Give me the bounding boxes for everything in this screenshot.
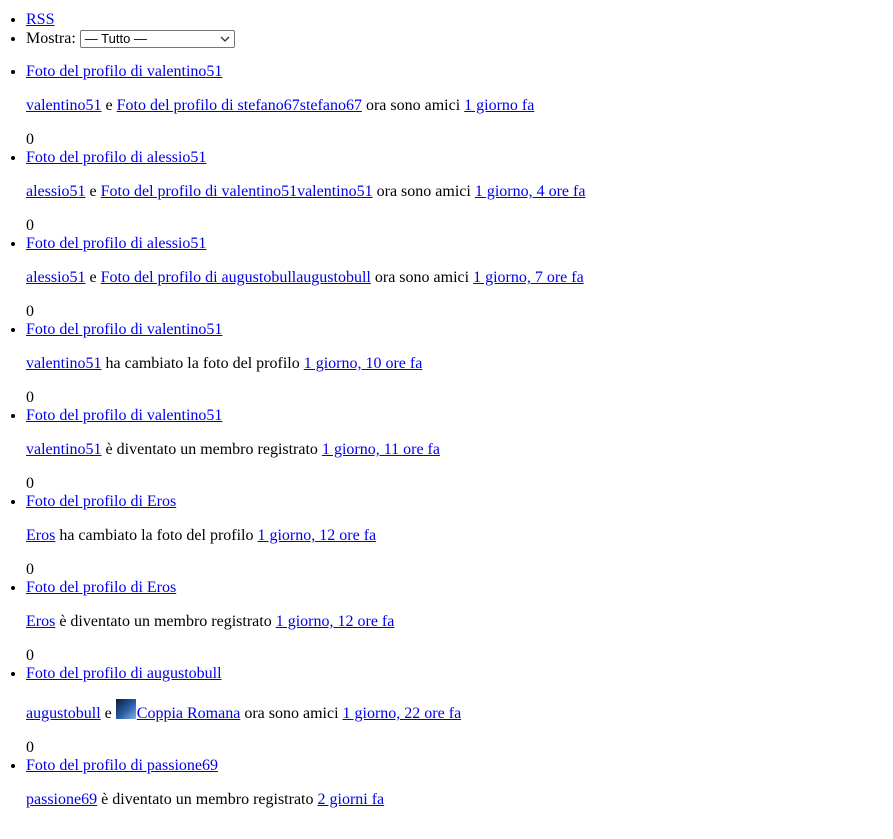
connector-text: e (104, 705, 112, 722)
activity-item: Foto del profilo di alessio51 alessio51 e… (26, 149, 893, 235)
action-text: è diventato un membro registrato (59, 613, 272, 630)
timestamp-link[interactable]: 2 giorni fa (318, 791, 385, 808)
activity-stream: Foto del profilo di valentino51 valentino… (0, 63, 893, 809)
comment-count: 0 (26, 647, 34, 664)
action-text: ora sono amici (374, 269, 470, 286)
profile-photo-link[interactable]: Foto del profilo di valentino51 (26, 407, 222, 424)
profile-photo-link[interactable]: Foto del profilo di alessio51 (26, 149, 206, 166)
action-text: ora sono amici (365, 97, 461, 114)
timestamp-link[interactable]: 1 giorno, 4 ore fa (475, 183, 586, 200)
activity-text: passione69 è diventato un membro registr… (26, 791, 893, 809)
timestamp-link[interactable]: 1 giorno, 12 ore fa (257, 527, 376, 544)
comment-count: 0 (26, 739, 34, 756)
user-link[interactable]: alessio51 (26, 183, 86, 200)
comment-count: 0 (26, 217, 34, 234)
user-link[interactable]: augustobull (26, 705, 101, 722)
action-text: è diventato un membro registrato (105, 441, 318, 458)
user-link[interactable]: passione69 (26, 791, 97, 808)
filter-select[interactable]: — Tutto — (79, 30, 235, 48)
action-text: ha cambiato la foto del profilo (105, 355, 300, 372)
friend-name: Foto del profilo di valentino51valentino… (100, 183, 373, 200)
filter-label: Mostra: (26, 30, 76, 47)
comment-count: 0 (26, 389, 34, 406)
timestamp-link[interactable]: 1 giorno, 7 ore fa (473, 269, 584, 286)
connector-text: e (89, 183, 97, 200)
filter-select-value: — Tutto — (84, 31, 147, 46)
user-link[interactable]: Eros (26, 527, 55, 544)
activity-text: alessio51 e Foto del profilo di valentin… (26, 183, 893, 201)
comment-count: 0 (26, 303, 34, 320)
profile-photo-link[interactable]: Foto del profilo di passione69 (26, 757, 218, 774)
timestamp-link[interactable]: 1 giorno, 11 ore fa (322, 441, 440, 458)
activity-text: valentino51 ha cambiato la foto del prof… (26, 355, 893, 373)
user-link[interactable]: alessio51 (26, 269, 86, 286)
connector-text: e (89, 269, 97, 286)
timestamp-link[interactable]: 1 giorno, 12 ore fa (276, 613, 395, 630)
activity-text: alessio51 e Foto del profilo di augustob… (26, 269, 893, 287)
activity-text: Eros è diventato un membro registrato 1 … (26, 613, 893, 631)
activity-item: Foto del profilo di valentino51 valentino… (26, 407, 893, 493)
activity-text: valentino51 è diventato un membro regist… (26, 441, 893, 459)
activity-item: Foto del profilo di valentino51 valentino… (26, 321, 893, 407)
friend-link[interactable]: Coppia Romana (115, 699, 241, 722)
action-text: ha cambiato la foto del profilo (59, 527, 254, 544)
rss-item: RSS (26, 11, 893, 29)
activity-item: Foto del profilo di augustobull augustobu… (26, 665, 893, 757)
comment-count: 0 (26, 561, 34, 578)
activity-item: Foto del profilo di valentino51 valentino… (26, 63, 893, 149)
user-link[interactable]: valentino51 (26, 97, 102, 114)
activity-item: Foto del profilo di Eros Eros è diventato… (26, 579, 893, 665)
user-link[interactable]: valentino51 (26, 355, 102, 372)
activity-text: valentino51 e Foto del profilo di stefan… (26, 97, 893, 115)
filter-row: Mostra: — Tutto — (26, 29, 893, 49)
connector-text: e (105, 97, 113, 114)
timestamp-link[interactable]: 1 giorno, 10 ore fa (304, 355, 423, 372)
friend-name: Coppia Romana (136, 705, 241, 722)
avatar[interactable] (115, 699, 136, 719)
profile-photo-link[interactable]: Foto del profilo di valentino51 (26, 321, 222, 338)
activity-text: augustobull e Coppia Romana ora sono ami… (26, 699, 893, 723)
filter-item: Mostra: — Tutto — (26, 29, 893, 49)
activity-filter-bar: RSS Mostra: — Tutto — (0, 11, 893, 49)
profile-photo-link[interactable]: Foto del profilo di alessio51 (26, 235, 206, 252)
comment-count: 0 (26, 131, 34, 148)
user-link[interactable]: Eros (26, 613, 55, 630)
profile-photo-link[interactable]: Foto del profilo di Eros (26, 493, 176, 510)
activity-text: Eros ha cambiato la foto del profilo 1 g… (26, 527, 893, 545)
friend-name: Foto del profilo di stefano67stefano67 (116, 97, 362, 114)
friend-link[interactable]: Foto del profilo di augustobullaugustobu… (101, 269, 371, 286)
timestamp-link[interactable]: 1 giorno, 22 ore fa (343, 705, 462, 722)
chevron-down-icon (220, 36, 230, 42)
profile-photo-link[interactable]: Foto del profilo di augustobull (26, 665, 222, 682)
friend-link[interactable]: Foto del profilo di valentino51valentino… (101, 183, 373, 200)
profile-photo-link[interactable]: Foto del profilo di Eros (26, 579, 176, 596)
activity-item: Foto del profilo di passione69 passione69… (26, 757, 893, 809)
activity-item: Foto del profilo di alessio51 alessio51 e… (26, 235, 893, 321)
friend-name: Foto del profilo di augustobullaugustobu… (100, 269, 371, 286)
action-text: è diventato un membro registrato (101, 791, 314, 808)
action-text: ora sono amici (244, 705, 339, 722)
activity-item: Foto del profilo di Eros Eros ha cambiato… (26, 493, 893, 579)
timestamp-link[interactable]: 1 giorno fa (464, 97, 534, 114)
friend-link[interactable]: Foto del profilo di stefano67stefano67 (117, 97, 362, 114)
profile-photo-link[interactable]: Foto del profilo di valentino51 (26, 63, 222, 80)
comment-count: 0 (26, 475, 34, 492)
action-text: ora sono amici (376, 183, 471, 200)
user-link[interactable]: valentino51 (26, 441, 102, 458)
rss-link[interactable]: RSS (26, 11, 54, 28)
